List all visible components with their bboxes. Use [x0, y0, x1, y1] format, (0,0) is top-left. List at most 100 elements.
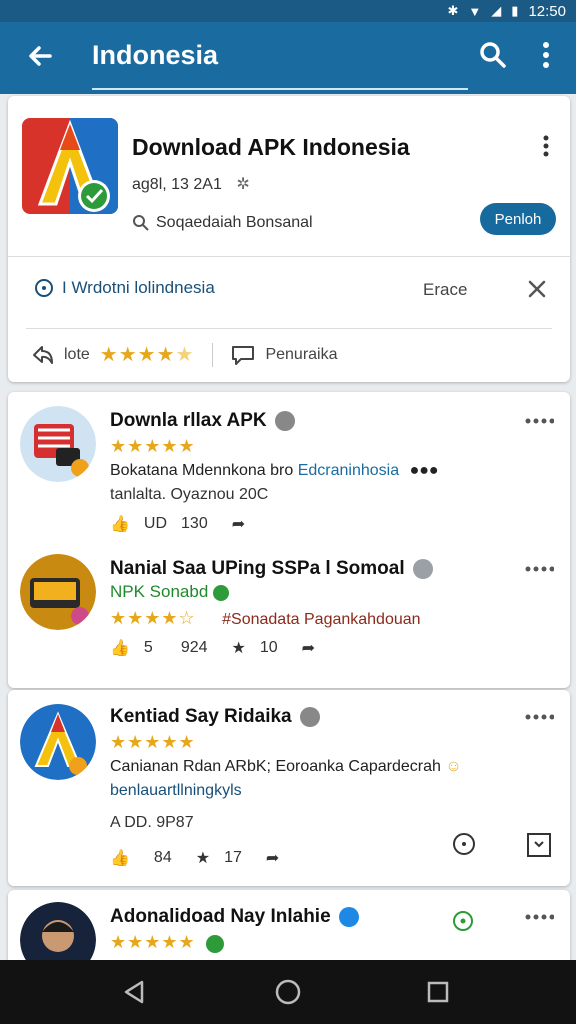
- settings-icon: ✲: [236, 176, 250, 193]
- timer-icon[interactable]: [452, 832, 476, 856]
- status-bar: ✱ ▼ ◢ ▮ 12:50: [0, 0, 576, 22]
- post-title-text: Kentiad Say Ridaika: [110, 706, 292, 727]
- app-meta: ag8l, 13 2A1 ✲: [132, 174, 250, 194]
- app-name: Download APK Indonesia: [132, 134, 410, 160]
- vertical-separator: [212, 342, 214, 367]
- more-dots-icon[interactable]: [524, 912, 554, 922]
- post-body-text: Bokatana Mdennkona bro: [110, 462, 294, 479]
- erase-button[interactable]: Erace: [423, 280, 467, 300]
- share-count: 10: [259, 639, 278, 656]
- post-body: Canianan Rdan ARbK; Eoroanka Capardecrah…: [110, 758, 462, 776]
- post-actions: 👍 84 ★ 17 ➦: [110, 848, 279, 868]
- post-title-text: Adonalidoad Nay Inlahie: [110, 906, 331, 927]
- verified-icon: [213, 584, 230, 601]
- close-icon[interactable]: [526, 278, 548, 300]
- comment-icon[interactable]: [231, 344, 255, 366]
- post-title: Kentiad Say Ridaika: [110, 706, 320, 728]
- signal-icon: ◢: [491, 3, 502, 18]
- clock-icon[interactable]: [452, 910, 474, 932]
- system-nav-bar: [0, 960, 576, 1024]
- developer-name: Soqaedaiah Bonsanal: [156, 214, 313, 231]
- more-dots-icon[interactable]: [524, 564, 554, 574]
- check-icon: [206, 934, 225, 953]
- share-icon[interactable]: ➦: [232, 514, 245, 534]
- like-count: 5: [143, 639, 153, 656]
- battery-icon: ▮: [511, 3, 519, 18]
- share-arrow-icon[interactable]: [32, 344, 54, 366]
- clock: 12:50: [528, 2, 566, 20]
- bluetooth-icon: ✱: [447, 3, 459, 18]
- thumbs-up-icon[interactable]: 👍: [110, 638, 130, 658]
- share-count: 17: [224, 849, 242, 866]
- app-bar: Indonesia: [0, 22, 576, 94]
- post-stars: ★★★★★: [110, 436, 196, 456]
- info-row[interactable]: I Wrdotni lolindnesia: [34, 278, 215, 298]
- emoji-icon: ●●●: [409, 462, 439, 479]
- more-dots-icon[interactable]: [524, 416, 554, 426]
- magnifier-icon: [133, 215, 149, 231]
- post-body: Bokatana Mdennkona bro Edcraninhosia ●●●: [110, 462, 439, 480]
- post-stars: ★★★★☆: [110, 608, 196, 628]
- post-subline: tanlalta. Oyaznou 20C: [110, 486, 269, 503]
- developer-row[interactable]: Soqaedaiah Bonsanal: [132, 214, 313, 232]
- post-title-text: Nanial Saa UPing SSPa l Somoal: [110, 558, 405, 579]
- more-dots-icon[interactable]: [524, 712, 554, 722]
- post-stars: ★★★★★: [110, 932, 196, 952]
- post-card[interactable]: Adonalidoad Nay Inlahie ★★★★★: [8, 890, 570, 978]
- avatar[interactable]: [20, 406, 96, 482]
- post-title-text: Downla rllax APK: [110, 410, 267, 431]
- post-stars: ★★★★★: [110, 732, 196, 752]
- rating-label: lote: [64, 345, 90, 363]
- post-stars-row: ★★★★☆ #Sonadata Pagankahdouan: [110, 608, 421, 629]
- open-button[interactable]: Penloh: [480, 203, 556, 235]
- post-actions: 👍 5 924 ★ 10 ➦: [110, 638, 315, 658]
- post-hashtag[interactable]: #Sonadata Pagankahdouan: [222, 611, 420, 628]
- info-icon: [35, 279, 53, 297]
- posts-card: Downla rllax APK ★★★★★ Bokatana Mdennkon…: [8, 392, 570, 688]
- wifi-icon: ▼: [468, 3, 482, 19]
- report-label[interactable]: Penuraika: [265, 346, 337, 364]
- more-options-icon[interactable]: [538, 134, 554, 158]
- like-prefix: UD: [143, 515, 168, 532]
- post-body-link[interactable]: Edcraninhosia: [298, 462, 399, 479]
- back-nav-icon[interactable]: [120, 978, 148, 1006]
- app-logo-icon[interactable]: [22, 118, 118, 214]
- rating-stars: ★★★★★: [99, 344, 195, 366]
- post-subtitle-text: NPK Sonabd: [110, 582, 209, 601]
- post-body-text: Canianan Rdan ARbK; Eoroanka Capardecrah: [110, 758, 441, 775]
- bookmark-icon[interactable]: [526, 832, 552, 858]
- post-title: Downla rllax APK: [110, 410, 295, 432]
- overflow-menu-icon[interactable]: [536, 40, 556, 70]
- share-icon[interactable]: ➦: [266, 848, 279, 868]
- thumbs-up-icon[interactable]: 👍: [110, 848, 130, 868]
- search-underline: [92, 88, 468, 90]
- post-actions: 👍 UD 130 ➦: [110, 514, 245, 534]
- like-count: 84: [153, 849, 172, 866]
- verified-icon: [299, 707, 320, 727]
- verified-icon: [274, 411, 295, 431]
- avatar[interactable]: [20, 704, 96, 780]
- divider: [26, 328, 552, 329]
- smile-icon: ☺: [445, 758, 462, 775]
- divider: [8, 256, 570, 257]
- share-icon[interactable]: ➦: [302, 638, 315, 658]
- like-count: 130: [181, 515, 208, 532]
- post-title: Nanial Saa UPing SSPa l Somoal: [110, 558, 433, 580]
- post-card[interactable]: Kentiad Say Ridaika ★★★★★ Canianan Rdan …: [8, 690, 570, 886]
- thumbs-up-icon[interactable]: 👍: [110, 514, 130, 534]
- search-icon[interactable]: [478, 40, 508, 70]
- post-stars-row: ★★★★★: [110, 932, 225, 953]
- post-title: Adonalidoad Nay Inlahie: [110, 906, 359, 928]
- star-icon[interactable]: ★: [196, 848, 210, 868]
- star-icon[interactable]: ★: [232, 638, 246, 658]
- app-meta-text: ag8l, 13 2A1: [132, 176, 222, 193]
- verified-icon: [338, 907, 359, 927]
- back-arrow-icon[interactable]: [24, 40, 56, 72]
- post-link[interactable]: benlauartllningkyls: [110, 782, 242, 800]
- home-nav-icon[interactable]: [274, 978, 302, 1006]
- search-query-field[interactable]: Indonesia: [92, 40, 218, 71]
- recents-nav-icon[interactable]: [424, 978, 452, 1006]
- info-text: I Wrdotni lolindnesia: [62, 278, 215, 297]
- post-code: A DD. 9P87: [110, 814, 194, 831]
- avatar[interactable]: [20, 554, 96, 630]
